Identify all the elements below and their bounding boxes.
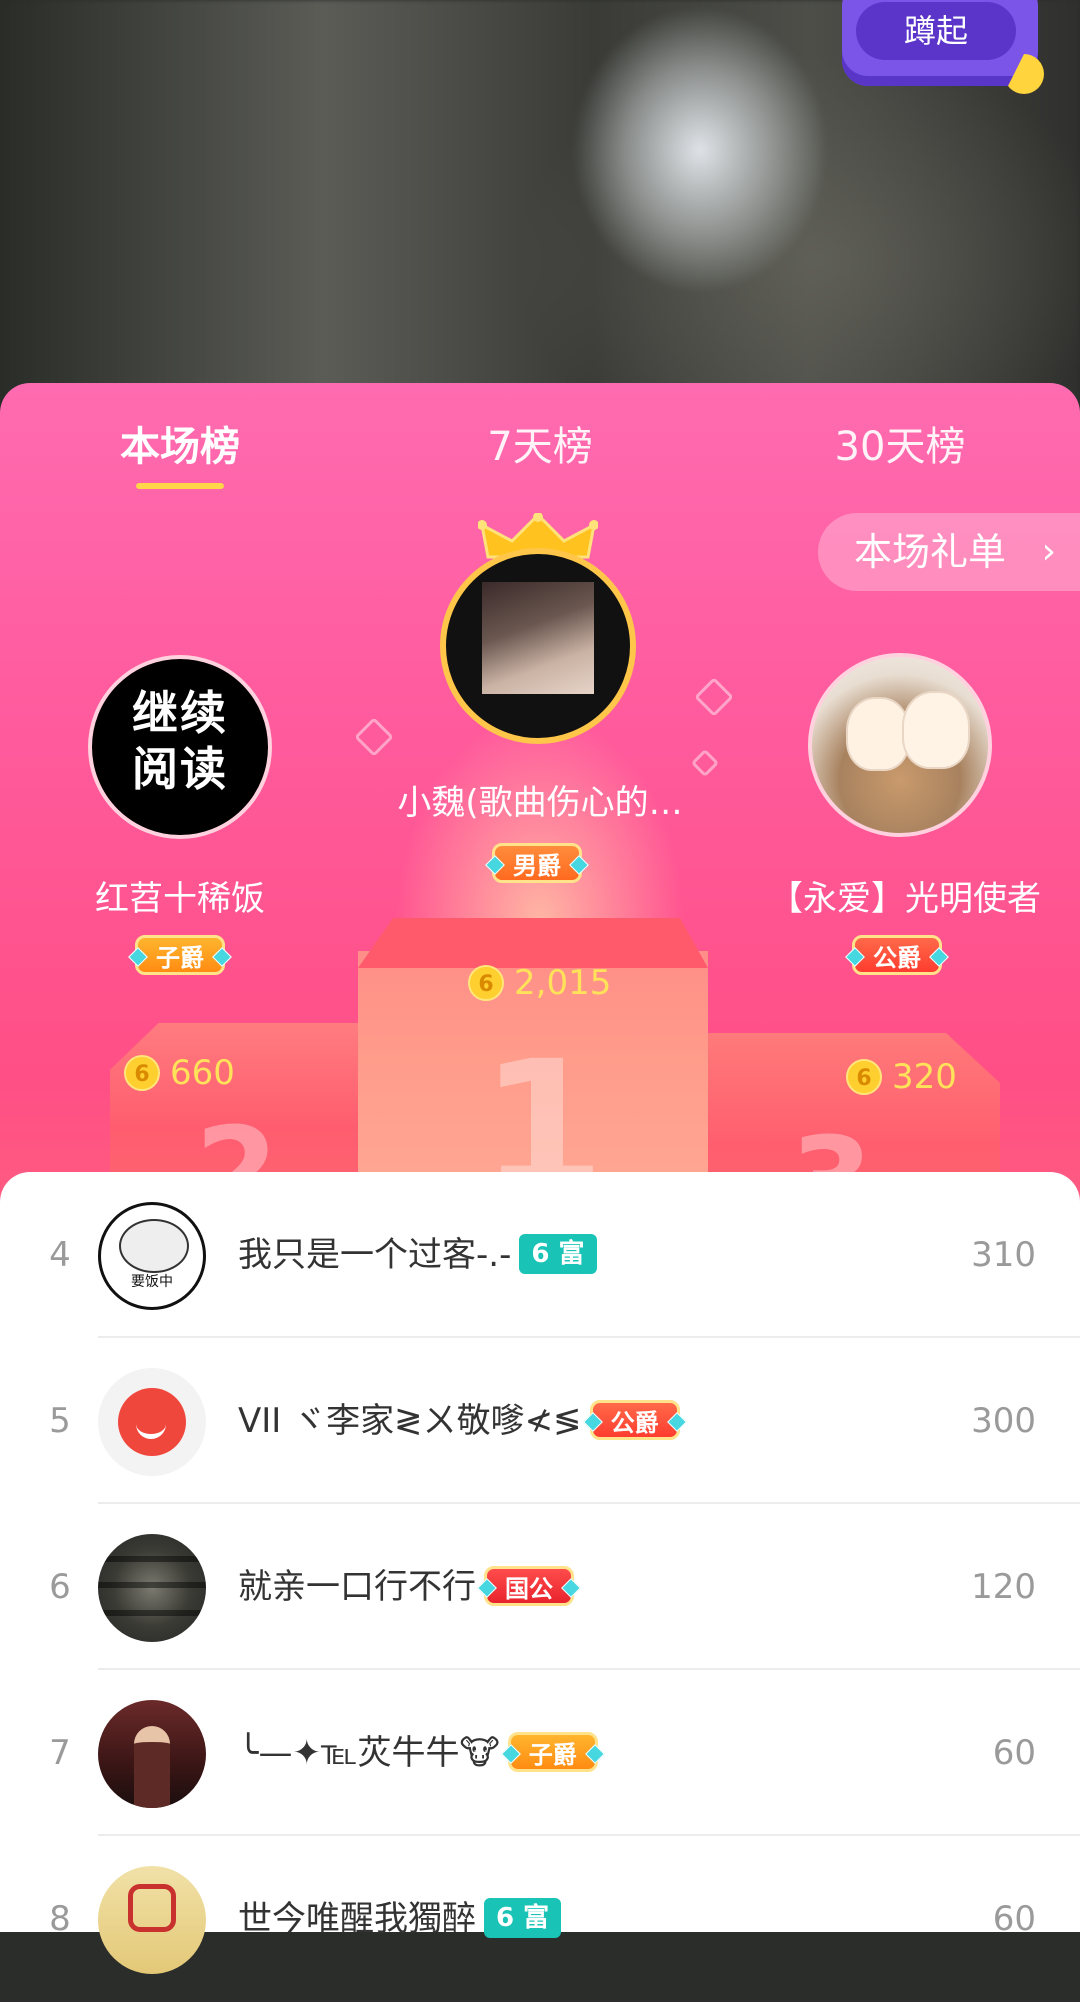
avatar-photo bbox=[902, 691, 970, 769]
noble-badge: 公爵 bbox=[582, 1399, 687, 1440]
rank-number: 4 bbox=[49, 1235, 71, 1275]
score-value: 2,015 bbox=[514, 962, 612, 1003]
noble-badge-rank-2: 子爵 bbox=[128, 935, 232, 975]
user-name-text: 我只是一个过客-.- bbox=[238, 1235, 512, 1275]
gift-list-button[interactable]: 本场礼单 › bbox=[818, 513, 1080, 591]
avatar[interactable] bbox=[98, 1700, 206, 1808]
avatar-photo bbox=[846, 697, 910, 771]
score-rank-1: 6 2,015 bbox=[468, 961, 611, 1003]
rank-number: 8 bbox=[49, 1899, 71, 1939]
moon-icon bbox=[1004, 54, 1044, 94]
avatar-rank-1[interactable] bbox=[440, 548, 636, 744]
ranking-tabs: 本场榜 7天榜 30天榜 bbox=[0, 383, 1080, 513]
user-name-rank-3[interactable]: 【永爱】光明使者 bbox=[760, 871, 1050, 920]
tab-7-days[interactable]: 7天榜 bbox=[460, 417, 620, 477]
avatar-text: 要饭中 bbox=[131, 1274, 173, 1290]
list-item[interactable]: 4 要饭中 我只是一个过客-.- 6 富 310 bbox=[0, 1172, 1080, 1338]
user-name: 世今唯醒我獨醉 6 富 bbox=[238, 1836, 562, 2002]
rank-number: 6 bbox=[49, 1567, 71, 1607]
score-value: 660 bbox=[170, 1052, 235, 1093]
user-name-rank-2[interactable]: 红苕十稀饭 bbox=[60, 871, 300, 920]
stand-up-button[interactable]: 蹲起 bbox=[842, 0, 1044, 94]
gift-list-label: 本场礼单 bbox=[854, 530, 1007, 574]
avatar-photo bbox=[98, 1582, 206, 1588]
score-rank-3: 6 320 bbox=[846, 1055, 957, 1097]
tab-30-days[interactable]: 30天榜 bbox=[800, 417, 1000, 477]
user-name: ╰—✦℡苂牛牛🐮 子爵 bbox=[238, 1670, 605, 1836]
seal-icon bbox=[128, 1884, 176, 1932]
badge-label: 子爵 bbox=[156, 944, 204, 972]
score-rank-2: 6 660 bbox=[124, 1051, 235, 1093]
user-name: 就亲一口行不行 国公 bbox=[238, 1504, 581, 1670]
user-name-text: ╰—✦℡苂牛牛🐮 bbox=[238, 1733, 500, 1773]
user-name-text: 世今唯醒我獨醉 bbox=[238, 1899, 476, 1939]
score-value: 320 bbox=[892, 1056, 957, 1097]
noble-badge-rank-1: 男爵 bbox=[485, 843, 589, 883]
badge-label: 公爵 bbox=[873, 944, 921, 972]
avatar[interactable] bbox=[98, 1866, 206, 1974]
chevron-right-icon: › bbox=[1041, 531, 1056, 572]
avatar-rank-3[interactable] bbox=[808, 653, 992, 837]
ranking-list: 4 要饭中 我只是一个过客-.- 6 富 310 5 VII ヾ李家≷ㄨ敬嗲≮≶ 公… bbox=[0, 1172, 1080, 1974]
coin-icon: 6 bbox=[846, 1058, 882, 1095]
wealth-badge: 6 富 bbox=[484, 1897, 562, 1938]
avatar-rank-2[interactable]: 继续 阅读 bbox=[88, 655, 272, 839]
list-item[interactable]: 6 就亲一口行不行 国公 120 bbox=[0, 1504, 1080, 1670]
gift-amount: 60 bbox=[992, 1899, 1036, 1939]
badge-label: 男爵 bbox=[513, 852, 561, 880]
list-item[interactable]: 5 VII ヾ李家≷ㄨ敬嗲≮≶ 公爵 300 bbox=[0, 1338, 1080, 1504]
wink-face-icon bbox=[118, 1388, 186, 1456]
coin-icon: 6 bbox=[468, 964, 504, 1001]
noble-badge-rank-3: 公爵 bbox=[845, 935, 949, 975]
avatar-photo bbox=[98, 1610, 206, 1616]
user-name: VII ヾ李家≷ㄨ敬嗲≮≶ 公爵 bbox=[238, 1338, 687, 1504]
avatar-photo bbox=[119, 1219, 189, 1273]
rank-number: 7 bbox=[49, 1733, 71, 1773]
gift-amount: 120 bbox=[971, 1567, 1036, 1607]
avatar[interactable]: 要饭中 bbox=[98, 1202, 206, 1310]
noble-badge: 国公 bbox=[477, 1565, 581, 1606]
avatar-text: 继续 阅读 bbox=[132, 686, 228, 796]
list-item[interactable]: 7 ╰—✦℡苂牛牛🐮 子爵 60 bbox=[0, 1670, 1080, 1836]
list-item[interactable]: 8 世今唯醒我獨醉 6 富 60 bbox=[0, 1836, 1080, 2002]
wealth-badge: 6 富 bbox=[519, 1233, 597, 1274]
user-name-text: 就亲一口行不行 bbox=[238, 1567, 476, 1607]
gift-amount: 60 bbox=[992, 1733, 1036, 1773]
avatar[interactable] bbox=[98, 1368, 206, 1476]
user-name-rank-1[interactable]: 小魏(歌曲伤心的… bbox=[370, 775, 710, 824]
gift-amount: 300 bbox=[971, 1401, 1036, 1441]
noble-badge: 子爵 bbox=[500, 1731, 605, 1772]
avatar-photo bbox=[134, 1726, 170, 1808]
user-name: 我只是一个过客-.- 6 富 bbox=[238, 1172, 597, 1338]
avatar-photo bbox=[98, 1556, 206, 1562]
active-tab-indicator bbox=[136, 483, 224, 489]
rank-number: 5 bbox=[49, 1401, 71, 1441]
avatar-photo bbox=[482, 582, 594, 694]
gift-amount: 310 bbox=[971, 1235, 1036, 1275]
stand-up-label: 蹲起 bbox=[856, 2, 1016, 60]
avatar[interactable] bbox=[98, 1534, 206, 1642]
tab-this-session[interactable]: 本场榜 bbox=[100, 417, 260, 477]
user-name-text: VII ヾ李家≷ㄨ敬嗲≮≶ bbox=[238, 1401, 582, 1441]
coin-icon: 6 bbox=[124, 1054, 160, 1091]
